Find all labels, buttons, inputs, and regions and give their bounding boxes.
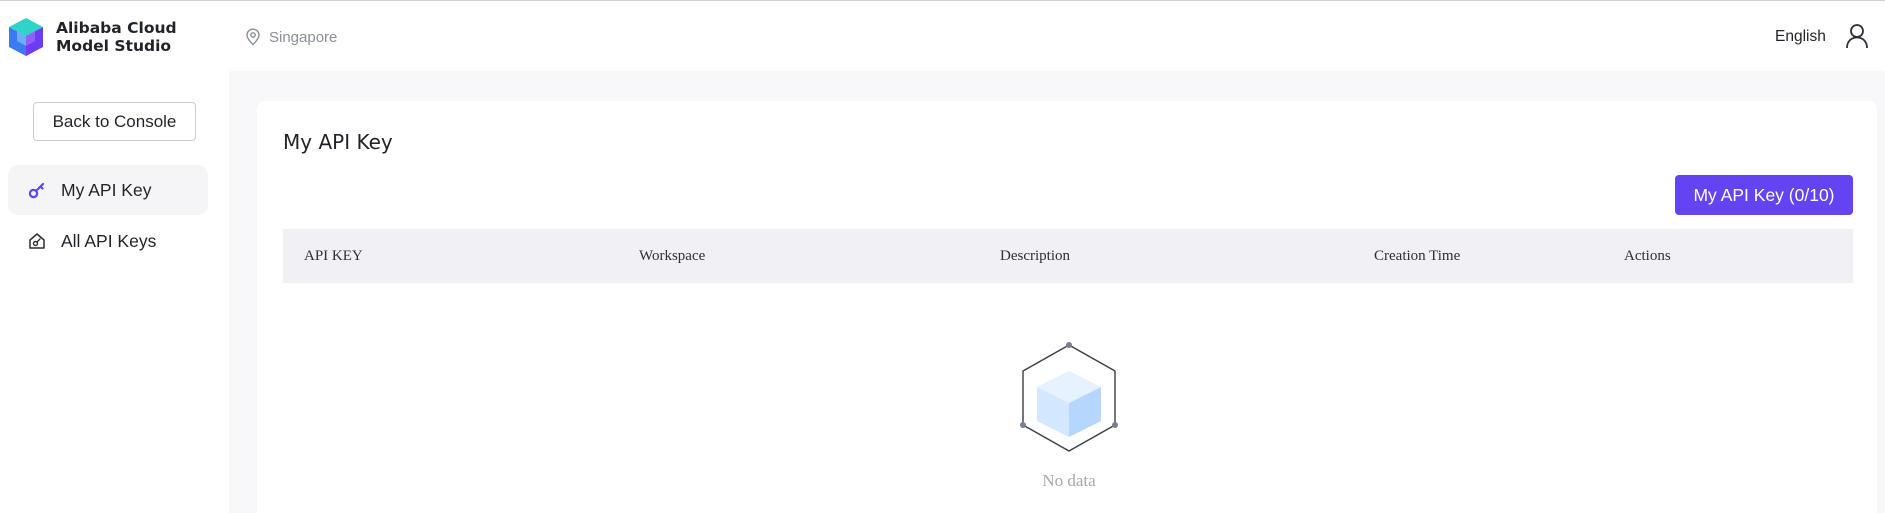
region-selector[interactable]: Singapore — [245, 27, 337, 47]
column-header-description[interactable]: Description — [1000, 229, 1070, 283]
empty-state: No data — [1014, 341, 1124, 501]
sidebar: Back to Console My API Key All API Keys — [0, 71, 229, 513]
sidebar-item-all-api-keys[interactable]: All API Keys — [8, 216, 208, 266]
location-pin-icon — [246, 28, 260, 46]
api-key-panel: My API Key My API Key (0/10) API KEY Wor… — [257, 101, 1877, 513]
sidebar-item-label: My API Key — [61, 179, 152, 200]
brand-line-2: Model Studio — [56, 37, 172, 55]
house-key-icon — [29, 233, 45, 249]
column-header-workspace[interactable]: Workspace — [639, 229, 705, 283]
language-switch[interactable]: English — [1775, 27, 1826, 47]
sidebar-item-my-api-key[interactable]: My API Key — [8, 165, 208, 215]
region-label: Singapore — [269, 28, 338, 46]
empty-state-text: No data — [1042, 471, 1096, 490]
key-icon — [28, 182, 45, 199]
page-title: My API Key — [283, 130, 393, 154]
empty-box-icon — [1020, 342, 1118, 452]
top-header: Alibaba Cloud Model Studio Singapore Eng… — [0, 1, 1885, 71]
column-header-creation-time[interactable]: Creation Time — [1374, 229, 1460, 283]
model-studio-logo-icon[interactable] — [7, 17, 45, 57]
table-header: API KEY Workspace Description Creation T… — [283, 229, 1853, 283]
create-api-key-button[interactable]: My API Key (0/10) — [1675, 175, 1853, 215]
sidebar-item-label: All API Keys — [61, 230, 157, 251]
column-header-actions[interactable]: Actions — [1624, 229, 1671, 283]
user-icon[interactable] — [1845, 23, 1869, 49]
back-to-console-button[interactable]: Back to Console — [33, 102, 196, 141]
brand-line-1: Alibaba Cloud — [56, 19, 177, 37]
brand-name[interactable]: Alibaba Cloud Model Studio — [56, 19, 177, 55]
column-header-api-key[interactable]: API KEY — [304, 229, 363, 283]
